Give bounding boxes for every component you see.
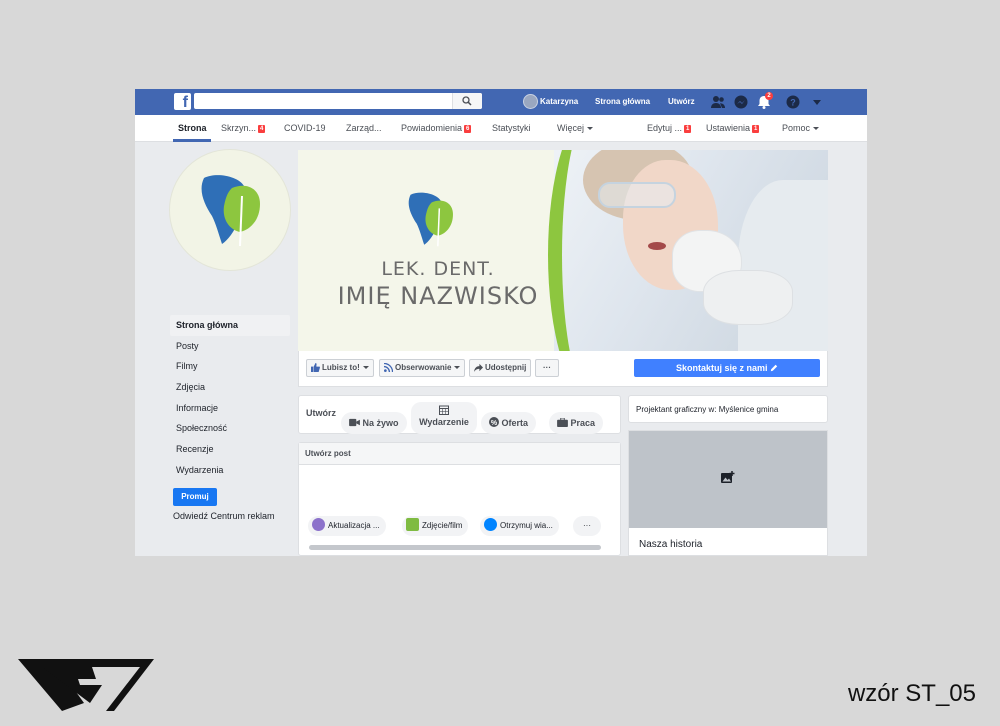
sidebar-item-videos[interactable]: Filmy	[170, 356, 290, 377]
cover-photo[interactable]: LEK. DENT. IMIĘ NAZWISKO	[298, 150, 828, 351]
status-icon	[312, 518, 325, 531]
share-button[interactable]: Udostępnij	[469, 359, 532, 377]
chevron-down-icon	[454, 366, 461, 369]
tab-insights[interactable]: Statystyki	[492, 115, 531, 142]
cover-title-line1: LEK. DENT.	[381, 258, 495, 280]
avatar[interactable]	[523, 94, 538, 109]
composer-more-button[interactable]: ···	[573, 516, 601, 536]
sidebar-item-events[interactable]: Wydarzenia	[170, 460, 290, 481]
notifications-tab-badge: 6	[464, 125, 472, 133]
share-arrow-icon	[474, 363, 483, 372]
page-sidebar-menu: Strona główna Posty Filmy Zdjęcia Inform…	[170, 315, 290, 481]
get-messages-button[interactable]: Otrzymuj wia...	[480, 516, 559, 536]
sidebar-item-home[interactable]: Strona główna	[170, 315, 290, 336]
horizontal-scrollbar[interactable]	[309, 545, 601, 550]
tab-settings[interactable]: Ustawienia 1	[706, 115, 760, 142]
chevron-down-icon	[813, 127, 820, 130]
calendar-icon	[439, 405, 449, 415]
messenger-icon[interactable]	[733, 94, 749, 110]
friends-icon[interactable]	[710, 94, 726, 110]
tab-more[interactable]: Więcej	[557, 115, 594, 142]
video-camera-icon	[349, 418, 360, 427]
svg-text:%: %	[491, 420, 498, 427]
add-photo-icon	[721, 471, 735, 483]
create-bar: Utwórz Na żywo Wydarzenie % Oferta Praca	[298, 395, 621, 434]
cover-green-arc	[548, 150, 638, 351]
contact-us-button[interactable]: Skontaktuj się z nami	[634, 359, 820, 377]
promote-button[interactable]: Promuj	[173, 488, 217, 506]
cover-dentist-coat	[738, 180, 828, 351]
edit-badge: 1	[684, 125, 692, 133]
search-button[interactable]	[452, 93, 482, 109]
pencil-icon	[770, 364, 778, 372]
offer-button[interactable]: % Oferta	[481, 412, 537, 434]
search-icon	[462, 96, 472, 106]
tab-inbox[interactable]: Skrzyn... 4	[221, 115, 266, 142]
sidebar-item-photos[interactable]: Zdjęcia	[170, 377, 290, 398]
sidebar-item-reviews[interactable]: Recenzje	[170, 439, 290, 460]
home-link[interactable]: Strona główna	[595, 89, 650, 115]
facebook-page-mockup: f Katarzyna Strona główna Utwórz 2 ? Str…	[135, 89, 867, 556]
live-button[interactable]: Na żywo	[341, 412, 407, 434]
chevron-down-icon	[587, 127, 594, 130]
tab-page[interactable]: Strona	[178, 115, 207, 142]
tab-help[interactable]: Pomoc	[782, 115, 820, 142]
search-input[interactable]	[194, 93, 482, 109]
profile-name-link[interactable]: Katarzyna	[540, 89, 578, 115]
thumbs-up-icon	[311, 363, 320, 372]
facebook-logo-icon[interactable]: f	[174, 93, 191, 110]
story-image-placeholder[interactable]	[629, 431, 827, 528]
tab-edit[interactable]: Edytuj ... 1	[647, 115, 692, 142]
more-actions-button[interactable]: ···	[535, 359, 559, 377]
cover-patient-mouth	[648, 242, 666, 250]
tooth-leaf-logo-icon	[201, 175, 260, 246]
post-composer: Utwórz post Aktualizacja ... Zdjęcie/fil…	[298, 442, 621, 556]
inbox-badge: 4	[258, 125, 266, 133]
create-label: Utwórz	[306, 408, 336, 418]
page-nav: Strona Skrzyn... 4 COVID-19 Zarząd... Pow…	[135, 115, 867, 142]
settings-badge: 1	[752, 125, 760, 133]
sidebar-item-posts[interactable]: Posty	[170, 336, 290, 357]
page-action-bar: Lubisz to! Obserwowanie Udostępnij ··· S…	[298, 351, 828, 387]
tab-notifications[interactable]: Powiadomienia 6	[401, 115, 472, 142]
photo-icon	[406, 518, 419, 531]
brand-logo-icon	[18, 659, 154, 711]
status-update-button[interactable]: Aktualizacja ...	[308, 516, 386, 536]
rss-icon	[383, 362, 394, 373]
notifications-badge: 2	[765, 92, 773, 100]
template-caption: wzór ST_05	[847, 680, 976, 707]
sidebar-item-community[interactable]: Społeczność	[170, 418, 290, 439]
page-category[interactable]: Projektant graficzny w: Myślenice gmina	[636, 405, 778, 414]
event-button[interactable]: Wydarzenie	[411, 402, 477, 434]
cover-glove	[703, 270, 793, 325]
help-icon[interactable]: ?	[785, 94, 801, 110]
event-label: Wydarzenie	[419, 417, 469, 427]
create-link[interactable]: Utwórz	[668, 89, 695, 115]
account-menu-chevron-down-icon[interactable]	[809, 94, 825, 110]
page-category-box: Projektant graficzny w: Myślenice gmina	[628, 395, 828, 423]
briefcase-icon	[557, 417, 568, 427]
story-card[interactable]: Nasza historia	[628, 430, 828, 556]
messenger-icon	[484, 518, 497, 531]
photo-video-button[interactable]: Zdjęcie/film	[402, 516, 469, 536]
ads-center-link[interactable]: Odwiedź Centrum reklam	[173, 511, 275, 521]
tooth-leaf-logo-icon	[408, 192, 453, 247]
tab-manage[interactable]: Zarząd...	[346, 115, 382, 142]
active-tab-underline	[173, 139, 211, 142]
follow-button[interactable]: Obserwowanie	[379, 359, 466, 377]
cover-title-line2: IMIĘ NAZWISKO	[337, 282, 539, 310]
job-button[interactable]: Praca	[549, 412, 604, 434]
composer-text-area[interactable]	[305, 471, 609, 507]
profile-picture[interactable]	[169, 149, 291, 271]
composer-title: Utwórz post	[299, 443, 620, 465]
offer-tag-icon: %	[489, 417, 499, 427]
top-bar: f Katarzyna Strona główna Utwórz 2 ?	[135, 89, 867, 115]
svg-text:?: ?	[790, 98, 796, 108]
tab-covid[interactable]: COVID-19	[284, 115, 326, 142]
story-title: Nasza historia	[639, 539, 703, 550]
like-button[interactable]: Lubisz to!	[306, 359, 374, 377]
chevron-down-icon	[362, 366, 369, 369]
sidebar-item-about[interactable]: Informacje	[170, 398, 290, 419]
